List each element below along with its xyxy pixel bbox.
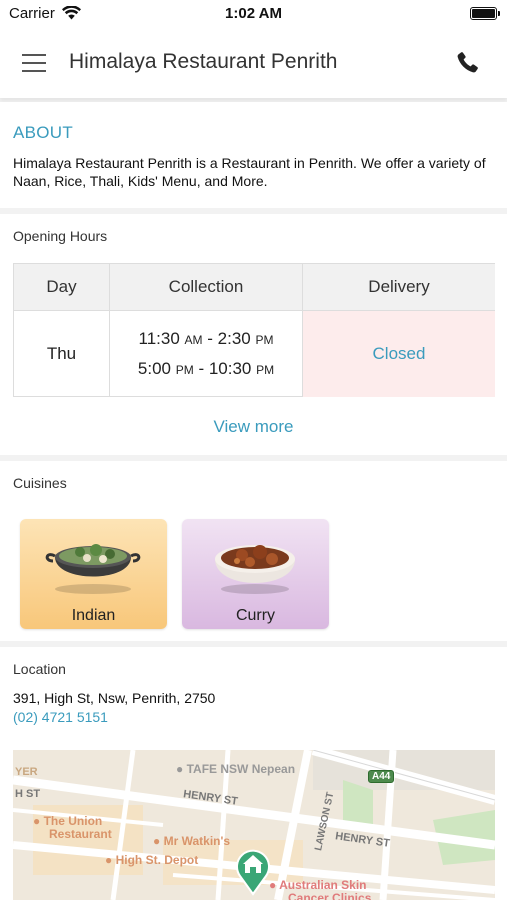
location-label: Location bbox=[13, 661, 66, 677]
cuisine-card-indian[interactable]: Indian bbox=[20, 519, 167, 629]
kadai-bowl-image bbox=[45, 544, 141, 594]
curry-bowl-image bbox=[215, 545, 295, 594]
collection-cell: 11:30 AM - 2:30 PM 5:00 PM - 10:30 PM bbox=[110, 311, 303, 397]
battery-icon bbox=[470, 7, 500, 20]
map-label-high-st-depot: ● High St. Depot bbox=[105, 853, 199, 867]
map-label-union: ● The Union bbox=[33, 814, 103, 828]
map-label-h-st: H ST bbox=[15, 788, 41, 800]
view-more-link[interactable]: View more bbox=[0, 417, 507, 437]
cuisine-label: Indian bbox=[71, 607, 116, 624]
day-cell: Thu bbox=[14, 311, 110, 397]
collection-time-slot: 11:30 AM - 2:30 PM bbox=[138, 329, 274, 348]
map-label-skin-clinic: ● Australian Skin bbox=[269, 878, 367, 892]
map-label-a44: A44 bbox=[368, 770, 395, 783]
status-bar: Carrier 1:02 AM bbox=[0, 0, 507, 28]
menu-icon[interactable] bbox=[22, 52, 48, 74]
cuisine-label: Curry bbox=[235, 607, 276, 624]
nav-bar: Himalaya Restaurant Penrith bbox=[0, 28, 507, 98]
phone-icon[interactable] bbox=[454, 50, 480, 76]
opening-hours-label: Opening Hours bbox=[13, 228, 108, 244]
map-label-watkins: ● Mr Watkin's bbox=[153, 834, 231, 848]
map-label-restaurant: Restaurant bbox=[49, 827, 112, 841]
collection-time-slot: 5:00 PM - 10:30 PM bbox=[137, 359, 275, 378]
map-label-yer: YER bbox=[15, 766, 38, 778]
map-label-skin-clinic-2: Cancer Clinics bbox=[288, 891, 372, 900]
about-heading: ABOUT bbox=[13, 123, 74, 142]
delivery-closed-cell: Closed bbox=[303, 311, 495, 397]
location-map[interactable]: YER H ST ● TAFE NSW Nepean HENRY ST HENR… bbox=[13, 750, 495, 900]
cuisine-card-curry[interactable]: Curry bbox=[182, 519, 329, 629]
about-text: Himalaya Restaurant Penrith is a Restaur… bbox=[13, 155, 486, 189]
page-title: Himalaya Restaurant Penrith bbox=[69, 50, 338, 73]
cuisines-label: Cuisines bbox=[13, 475, 67, 491]
status-time: 1:02 AM bbox=[225, 5, 282, 22]
map-label-tafe: ● TAFE NSW Nepean bbox=[176, 762, 296, 776]
address-text: 391, High St, Nsw, Penrith, 2750 bbox=[13, 690, 216, 706]
phone-link[interactable]: (02) 4721 5151 bbox=[13, 709, 108, 725]
column-header-delivery: Delivery bbox=[303, 264, 495, 311]
column-header-day: Day bbox=[14, 264, 110, 311]
about-section: ABOUT Himalaya Restaurant Penrith is a R… bbox=[0, 102, 507, 208]
map-pin-icon[interactable] bbox=[233, 846, 273, 896]
hours-table: Day Collection Delivery Thu 11:30 AM - 2… bbox=[13, 263, 495, 397]
column-header-collection: Collection bbox=[110, 264, 303, 311]
